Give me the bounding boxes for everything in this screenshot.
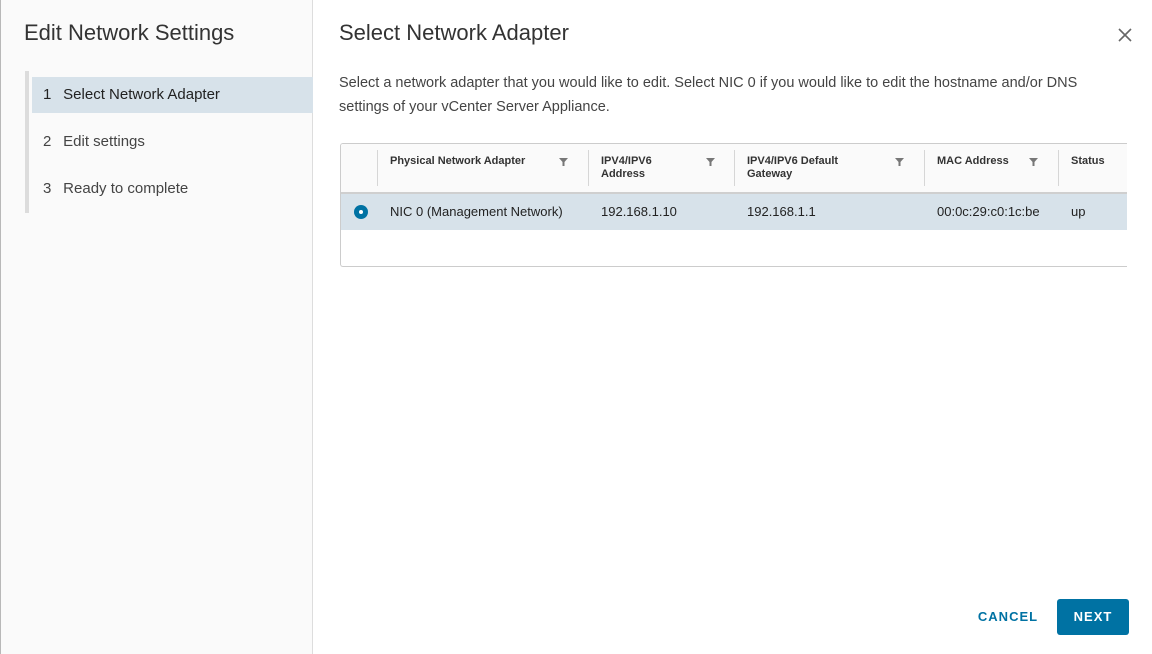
step-track [25, 71, 29, 213]
row-select-radio[interactable] [354, 205, 368, 219]
page-description: Select a network adapter that you would … [339, 75, 1078, 115]
table-row[interactable]: NIC 0 (Management Network) 192.168.1.10 … [341, 194, 1127, 230]
cell-adapter: NIC 0 (Management Network) [390, 204, 563, 219]
step-number: 1 [43, 86, 52, 103]
column-header-adapter[interactable]: Physical Network Adapter [378, 144, 589, 192]
select-column-header [341, 144, 378, 192]
cell-gateway: 192.168.1.1 [747, 204, 816, 219]
sidebar-title: Edit Network Settings [24, 20, 235, 45]
wizard-sidebar: Edit Network Settings 1 Select Network A… [1, 0, 313, 654]
column-header-mac[interactable]: MAC Address [925, 144, 1059, 192]
close-icon[interactable] [1113, 23, 1137, 47]
network-adapter-table: Physical Network Adapter IPV4/IPV6 Addre… [340, 143, 1127, 267]
column-label: Status [1071, 155, 1105, 167]
column-label: IPV4/IPV6 Address [601, 155, 652, 180]
step-label: Select Network Adapter [63, 86, 220, 103]
cell-mac: 00:0c:29:c0:1c:be [937, 204, 1040, 219]
filter-icon[interactable] [706, 158, 715, 166]
step-label: Edit settings [63, 133, 145, 150]
filter-icon[interactable] [559, 158, 568, 166]
step-edit-settings[interactable]: 2 Edit settings [32, 124, 313, 160]
column-header-address[interactable]: IPV4/IPV6 Address [589, 144, 735, 192]
step-select-network-adapter[interactable]: 1 Select Network Adapter [32, 77, 313, 113]
cell-address: 192.168.1.10 [601, 204, 677, 219]
step-ready-to-complete[interactable]: 3 Ready to complete [32, 171, 313, 207]
step-list: 1 Select Network Adapter 2 Edit settings… [32, 77, 313, 218]
column-label: Physical Network Adapter [390, 155, 526, 167]
column-header-status[interactable]: Status [1059, 144, 1127, 192]
cancel-button[interactable]: CANCEL [966, 599, 1050, 635]
next-button[interactable]: NEXT [1057, 599, 1129, 635]
step-number: 3 [43, 180, 52, 197]
cell-status: up [1071, 204, 1086, 219]
step-label: Ready to complete [63, 180, 189, 197]
column-header-gateway[interactable]: IPV4/IPV6 Default Gateway [735, 144, 925, 192]
filter-icon[interactable] [895, 158, 904, 166]
page-title: Select Network Adapter [339, 20, 569, 45]
wizard-main: Select Network Adapter Select a network … [313, 0, 1152, 654]
step-number: 2 [43, 133, 52, 150]
filter-icon[interactable] [1029, 158, 1038, 166]
column-label: MAC Address [937, 155, 1009, 167]
table-header: Physical Network Adapter IPV4/IPV6 Addre… [341, 144, 1127, 194]
column-label: IPV4/IPV6 Default Gateway [747, 155, 839, 180]
